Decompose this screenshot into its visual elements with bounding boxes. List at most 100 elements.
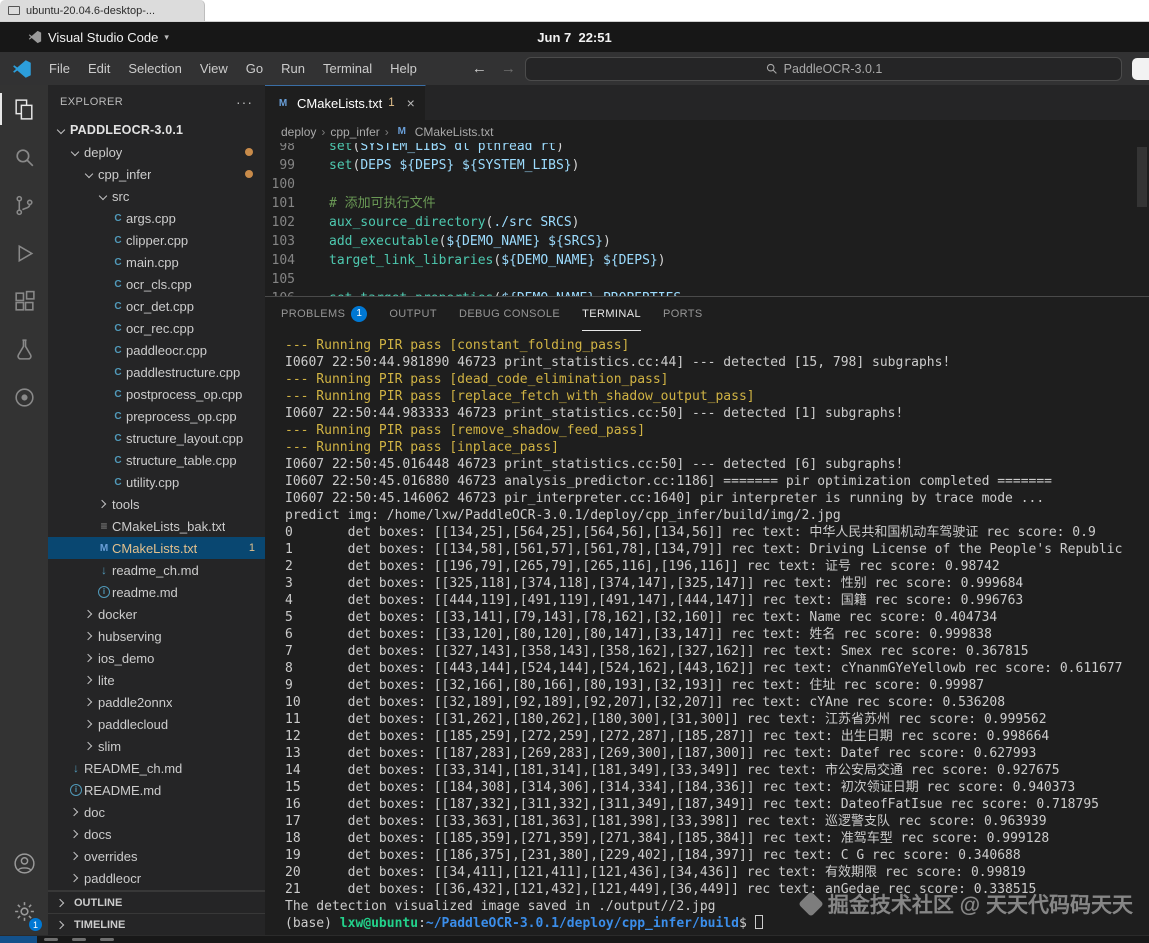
tree-item-docker[interactable]: docker	[48, 603, 265, 625]
activity-search-button[interactable]	[0, 133, 48, 181]
problems-badge: 1	[351, 306, 367, 322]
panel-tab-terminal[interactable]: TERMINAL	[582, 297, 641, 331]
tree-item-cpp_infer[interactable]: cpp_infer	[48, 163, 265, 185]
tree-item-readme.md[interactable]: README.md	[48, 779, 265, 801]
breadcrumb-deploy[interactable]: deploy	[281, 125, 316, 139]
tree-item-postprocess_op.cpp[interactable]: postprocess_op.cpp	[48, 383, 265, 405]
editor-scrollbar[interactable]	[1137, 147, 1147, 207]
tree-item-structure_table.cpp[interactable]: structure_table.cpp	[48, 449, 265, 471]
remote-indicator[interactable]	[0, 936, 37, 943]
tab-problems-badge: 1	[388, 97, 394, 109]
tree-item-hubserving[interactable]: hubserving	[48, 625, 265, 647]
command-center-search[interactable]: PaddleOCR-3.0.1	[525, 57, 1122, 81]
menu-help[interactable]: Help	[381, 57, 426, 80]
tree-item-structure_layout.cpp[interactable]: structure_layout.cpp	[48, 427, 265, 449]
back-arrow-button[interactable]: ←	[472, 60, 487, 77]
menu-edit[interactable]: Edit	[79, 57, 119, 80]
panel-tab-output[interactable]: OUTPUT	[389, 297, 437, 331]
activity-accounts-button[interactable]	[0, 839, 48, 887]
tree-item-readme.md[interactable]: readme.md	[48, 581, 265, 603]
activity-settings-button[interactable]: 1	[0, 887, 48, 935]
menu-terminal[interactable]: Terminal	[314, 57, 381, 80]
menu-file[interactable]: File	[40, 57, 79, 80]
tree-item-label: clipper.cpp	[126, 233, 188, 248]
tree-item-tools[interactable]: tools	[48, 493, 265, 515]
vm-tab[interactable]: ubuntu-20.04.6-desktop-...	[0, 0, 205, 21]
menu-selection[interactable]: Selection	[119, 57, 190, 80]
menu-go[interactable]: Go	[237, 57, 272, 80]
activity-run-debug-button[interactable]	[0, 229, 48, 277]
activity-testing-button[interactable]	[0, 325, 48, 373]
tree-item-paddleocr.cpp[interactable]: paddleocr.cpp	[48, 339, 265, 361]
tree-item-cmakelists.txt[interactable]: CMakeLists.txt1	[48, 537, 265, 559]
panel-tab-problems[interactable]: PROBLEMS1	[281, 297, 367, 331]
tree-item-clipper.cpp[interactable]: clipper.cpp	[48, 229, 265, 251]
tree-item-ios_demo[interactable]: ios_demo	[48, 647, 265, 669]
terminal-line: 16 det boxes: [[187,332],[311,332],[311,…	[285, 796, 1149, 813]
breadcrumb-cpp-infer[interactable]: cpp_infer	[330, 125, 379, 139]
breadcrumb-file[interactable]: CMakeLists.txt	[415, 125, 494, 139]
tree-item-overrides[interactable]: overrides	[48, 845, 265, 867]
timeline-section[interactable]: TIMELINE	[48, 913, 265, 935]
menu-view[interactable]: View	[191, 57, 237, 80]
tree-item-ocr_cls.cpp[interactable]: ocr_cls.cpp	[48, 273, 265, 295]
clock[interactable]: Jun 7 22:51	[0, 30, 1149, 45]
tree-item-args.cpp[interactable]: args.cpp	[48, 207, 265, 229]
tab-cmakelists[interactable]: CMakeLists.txt 1	[265, 85, 426, 120]
more-actions-icon[interactable]: ···	[236, 94, 253, 110]
activity-extra-extension-button[interactable]	[0, 373, 48, 421]
terminal-line: 6 det boxes: [[33,120],[80,120],[80,147]…	[285, 626, 1149, 643]
titlebar-corner-icon[interactable]	[1132, 58, 1149, 80]
terminal-line: 10 det boxes: [[32,189],[92,189],[92,207…	[285, 694, 1149, 711]
chevron-right-icon	[68, 804, 84, 820]
panel-tab-ports[interactable]: PORTS	[663, 297, 703, 331]
forward-arrow-button[interactable]: →	[501, 60, 516, 77]
chevron-down-icon	[68, 144, 84, 160]
close-icon[interactable]	[407, 95, 415, 111]
tree-item-label: paddlestructure.cpp	[126, 365, 240, 380]
panel-tab-debug-console[interactable]: DEBUG CONSOLE	[459, 297, 560, 331]
terminal[interactable]: --- Running PIR pass [constant_folding_p…	[265, 331, 1149, 935]
chevron-right-icon	[68, 826, 84, 842]
tree-item-label: structure_table.cpp	[126, 453, 237, 468]
tree-item-paddlecloud[interactable]: paddlecloud	[48, 713, 265, 735]
tree-item-paddleocr[interactable]: paddleocr	[48, 867, 265, 889]
tree-item-doc[interactable]: doc	[48, 801, 265, 823]
tree-item-ocr_det.cpp[interactable]: ocr_det.cpp	[48, 295, 265, 317]
tree-item-docs[interactable]: docs	[48, 823, 265, 845]
tree-item-paddlestructure.cpp[interactable]: paddlestructure.cpp	[48, 361, 265, 383]
tree-item-ocr_rec.cpp[interactable]: ocr_rec.cpp	[48, 317, 265, 339]
tree-item-paddleocr-3.0.1[interactable]: PADDLEOCR-3.0.1	[48, 119, 265, 141]
tree-item-src[interactable]: src	[48, 185, 265, 207]
tree-item-cmakelists_bak.txt[interactable]: CMakeLists_bak.txt	[48, 515, 265, 537]
terminal-line: 15 det boxes: [[184,308],[314,306],[314,…	[285, 779, 1149, 796]
tree-item-label: PADDLEOCR-3.0.1	[70, 123, 183, 137]
tree-item-slim[interactable]: slim	[48, 735, 265, 757]
tree-item-paddle2onnx[interactable]: paddle2onnx	[48, 691, 265, 713]
terminal-cursor	[755, 915, 763, 929]
source-control-icon	[12, 193, 37, 218]
tree-item-label: ocr_cls.cpp	[126, 277, 192, 292]
status-item	[100, 938, 114, 941]
tree-item-lite[interactable]: lite	[48, 669, 265, 691]
outline-section[interactable]: OUTLINE	[48, 891, 265, 913]
activity-source-control-button[interactable]	[0, 181, 48, 229]
tree-item-readme_ch.md[interactable]: README_ch.md	[48, 757, 265, 779]
tree-item-preprocess_op.cpp[interactable]: preprocess_op.cpp	[48, 405, 265, 427]
tree-item-label: paddlecloud	[98, 717, 168, 732]
vm-tab-title: ubuntu-20.04.6-desktop-...	[26, 5, 155, 17]
activity-explorer-button[interactable]	[0, 85, 48, 133]
terminal-line: I0607 22:50:45.016880 46723 analysis_pre…	[285, 473, 1149, 490]
tree-item-readme_ch.md[interactable]: readme_ch.md	[48, 559, 265, 581]
tree-item-deploy[interactable]: deploy	[48, 141, 265, 163]
tree-item-utility.cpp[interactable]: utility.cpp	[48, 471, 265, 493]
breadcrumb[interactable]: deploy cpp_infer CMakeLists.txt	[265, 120, 1149, 143]
code-editor[interactable]: 98set(SYSTEM_LIBS dl pthread rt)99set(DE…	[265, 143, 1149, 296]
terminal-line: 18 det boxes: [[185,359],[271,359],[271,…	[285, 830, 1149, 847]
explorer-icon	[12, 97, 37, 122]
menu-run[interactable]: Run	[272, 57, 314, 80]
cpp-file-icon	[110, 455, 126, 466]
activity-extensions-button[interactable]	[0, 277, 48, 325]
chevron-right-icon	[82, 716, 98, 732]
tree-item-main.cpp[interactable]: main.cpp	[48, 251, 265, 273]
